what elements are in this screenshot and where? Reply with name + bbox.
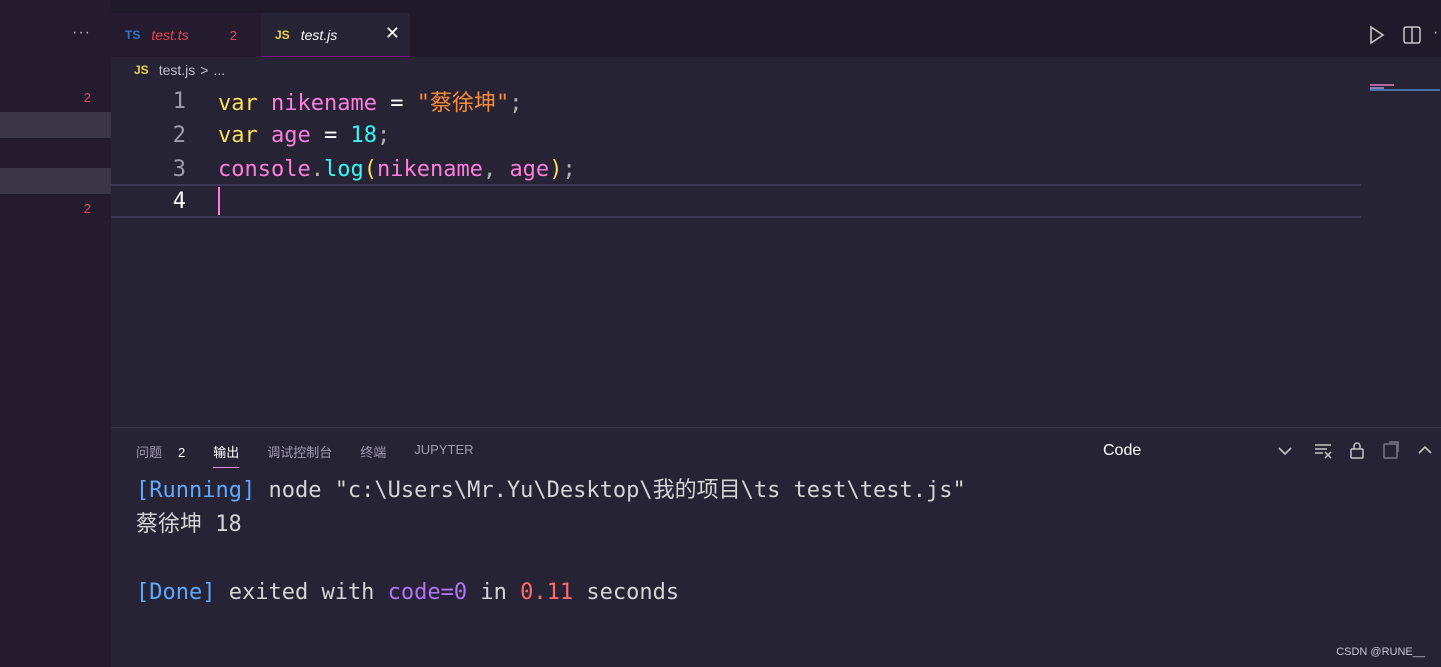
tab-problems[interactable]: 问题 2 xyxy=(136,442,185,468)
problem-count: 2 xyxy=(178,445,186,460)
tab-jupyter[interactable]: JUPYTER xyxy=(414,442,473,468)
text-cursor xyxy=(218,187,220,215)
error-count-badge: 2 xyxy=(83,201,91,216)
more-actions-icon[interactable]: ··· xyxy=(72,24,91,42)
minimap[interactable] xyxy=(1370,84,1440,92)
done-tag: [Done] xyxy=(136,580,216,605)
bottom-panel: 问题 2 输出 调试控制台 终端 JUPYTER Code [Running] n… xyxy=(111,427,1441,667)
output-text: [Running] node "c:\Users\Mr.Yu\Desktop\我… xyxy=(136,478,966,605)
more-actions-icon[interactable]: · xyxy=(1433,24,1438,42)
elapsed-time: 0.11 xyxy=(520,580,574,605)
chevron-down-icon[interactable] xyxy=(1278,446,1292,456)
tab-terminal[interactable]: 终端 xyxy=(360,442,386,468)
code-line-current: 4 xyxy=(111,184,1361,218)
output-channel-select[interactable]: Code xyxy=(1103,442,1141,460)
sidebar-item[interactable] xyxy=(0,112,111,138)
code-text: var age = 18; xyxy=(218,122,391,148)
explorer-sidebar: ··· 2 2 xyxy=(0,0,111,667)
exit-code: code=0 xyxy=(387,580,468,605)
breadcrumb-symbol[interactable]: ... xyxy=(213,62,225,78)
tab-label: test.ts xyxy=(151,27,189,43)
line-number: 4 xyxy=(172,188,186,214)
open-log-icon[interactable] xyxy=(1381,440,1401,460)
line-number: 2 xyxy=(172,122,186,148)
code-editor[interactable]: 1 var nikename = "蔡徐坤"; 2 var age = 18; … xyxy=(111,84,1361,424)
chevron-right-icon: > xyxy=(200,62,209,78)
breadcrumb-file[interactable]: test.js xyxy=(159,62,196,78)
tab-output[interactable]: 输出 xyxy=(213,442,240,468)
line-number: 1 xyxy=(172,88,186,114)
problem-count: 2 xyxy=(229,27,237,43)
run-icon[interactable] xyxy=(1368,25,1386,45)
split-editor-icon[interactable] xyxy=(1403,26,1421,44)
maximize-panel-icon[interactable] xyxy=(1415,440,1435,460)
program-output: 蔡徐坤 18 xyxy=(136,512,242,537)
tab-test-ts[interactable]: TS test.ts 2 xyxy=(111,13,261,57)
tab-debug-console[interactable]: 调试控制台 xyxy=(267,442,332,468)
line-number: 3 xyxy=(172,156,186,182)
panel-tab-bar: 问题 2 输出 调试控制台 终端 JUPYTER xyxy=(136,442,502,468)
code-line: 3 console.log(nikename, age); xyxy=(111,152,1361,186)
lock-icon[interactable] xyxy=(1347,440,1367,460)
close-icon[interactable]: ✕ xyxy=(385,23,400,44)
code-text: console.log(nikename, age); xyxy=(218,156,576,182)
sidebar-item[interactable] xyxy=(0,168,111,194)
code-line: 2 var age = 18; xyxy=(111,118,1361,152)
code-text: var nikename = "蔡徐坤"; xyxy=(218,91,523,116)
error-count-badge: 2 xyxy=(83,90,91,105)
run-command: node "c:\Users\Mr.Yu\Desktop\我的项目\ts tes… xyxy=(255,478,966,503)
panel-actions xyxy=(1313,440,1435,460)
javascript-icon: JS xyxy=(134,63,149,77)
clear-output-icon[interactable] xyxy=(1313,440,1333,460)
tab-test-js[interactable]: JS test.js ✕ xyxy=(261,13,410,57)
breadcrumb: JS test.js > ... xyxy=(134,62,225,78)
typescript-icon: TS xyxy=(125,28,141,42)
tab-label: test.js xyxy=(300,26,338,43)
running-tag: [Running] xyxy=(136,478,256,503)
watermark: CSDN @RUNE__ xyxy=(1336,646,1425,658)
javascript-icon: JS xyxy=(275,27,290,42)
code-line: 1 var nikename = "蔡徐坤"; xyxy=(111,84,1361,118)
